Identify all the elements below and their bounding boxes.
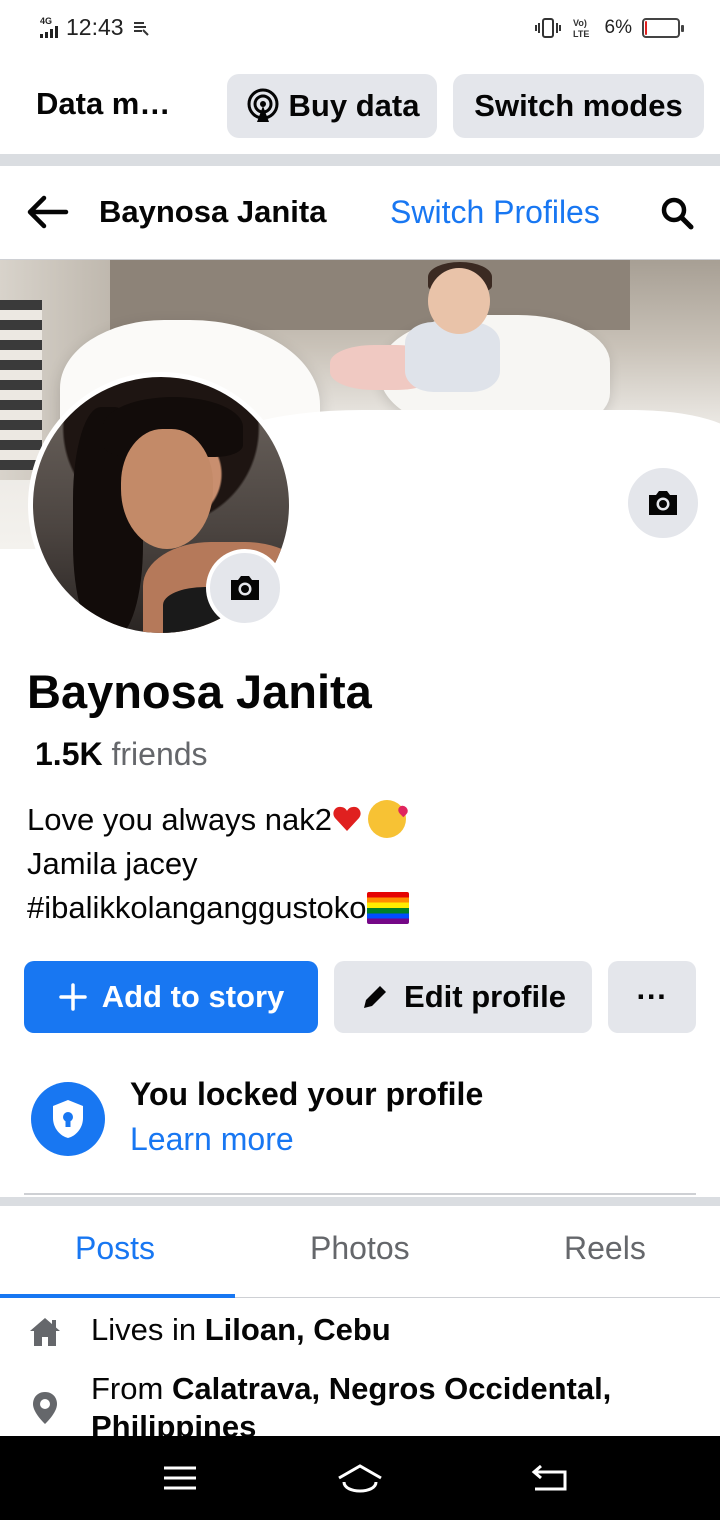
svg-text:Vo): Vo) [573,18,587,28]
data-mode-title[interactable]: Data mode [36,86,186,122]
buy-data-label: Buy data [288,88,420,123]
banner-divider [0,154,720,166]
edit-profile-button[interactable]: Edit profile [334,961,592,1033]
bio-line-2: Jamila jacey [27,846,198,881]
search-icon[interactable] [660,196,694,230]
intro-lives-in: Lives in Liloan, Cebu [27,1312,391,1350]
red-heart-icon [333,806,361,831]
plus-icon [58,983,87,1011]
section-divider [0,1197,720,1206]
vibrate-icon [534,18,561,38]
switch-modes-button[interactable]: Switch modes [453,74,704,138]
tab-photos[interactable]: Photos [310,1230,410,1267]
add-to-story-button[interactable]: Add to story [24,961,318,1033]
location-pin-icon [33,1392,57,1424]
network-type: 4G [40,16,53,26]
tab-reels[interactable]: Reels [564,1230,646,1267]
add-to-story-label: Add to story [101,979,285,1014]
menu-icon[interactable] [155,1460,205,1496]
active-tab-indicator [0,1294,235,1298]
status-bar-right: Vo) LTE 6% [534,16,684,40]
home-icon [30,1318,60,1346]
volte-icon: Vo)LTE [573,18,589,39]
system-navigation-bar [0,1436,720,1520]
friends-count[interactable]: 1.5K friends [35,736,208,773]
data-mode-banner: Data mode Buy data Switch modes [0,62,720,154]
back-arrow-icon[interactable] [24,192,70,232]
locked-shield-icon [31,1082,105,1156]
broadcast-icon [247,88,279,122]
status-bar: 4G 12:43 Vo) LTE 6% [0,0,720,62]
profile-name: Baynosa Janita [27,665,372,718]
camera-icon [649,491,677,515]
lives-in-prefix: Lives in [91,1312,197,1347]
edit-cover-camera-button[interactable] [624,464,702,542]
home-button-icon[interactable] [335,1460,385,1496]
status-bar-left: 4G 12:43 [40,14,150,41]
locked-profile-title: You locked your profile [130,1076,484,1112]
switch-profiles-link[interactable]: Switch Profiles [390,194,600,231]
tab-posts[interactable]: Posts [75,1230,155,1267]
camera-icon [231,576,259,600]
profile-bio: Love you always nak2 Jamila jacey #ibali… [27,798,409,930]
rainbow-flag-icon [366,892,409,924]
learn-more-link[interactable]: Learn more [130,1121,294,1158]
profile-header: Baynosa Janita Switch Profiles [0,166,720,260]
intro-from: From Calatrava, Negros Occidental, Phili… [27,1370,691,1446]
signal-icon: 4G [40,17,58,38]
header-title: Baynosa Janita [99,194,327,229]
from-prefix: From [91,1371,164,1406]
profile-tabs: Posts Photos Reels [0,1206,720,1298]
buy-data-button[interactable]: Buy data [227,74,437,138]
switch-modes-label: Switch modes [474,88,683,123]
more-options-button[interactable]: ··· [608,961,696,1033]
svg-text:LTE: LTE [573,29,589,39]
pencil-icon [364,986,387,1008]
battery-percent: 6% [604,17,632,38]
battery-icon [642,18,684,38]
battery-level [645,21,647,35]
edit-profile-label: Edit profile [404,979,566,1014]
back-button-icon[interactable] [525,1460,575,1496]
friends-label: friends [111,736,208,772]
face-blowing-kiss-icon [368,800,407,838]
friends-number: 1.5K [35,736,103,772]
bio-line-1: Love you always nak2 [27,802,333,837]
bio-line-3[interactable]: #ibalikkolanganggustoko [27,890,367,925]
clock: 12:43 [66,14,124,40]
divider [24,1193,696,1195]
edit-profile-picture-button[interactable] [206,549,284,627]
data-saver-icon [133,21,149,36]
lives-in-place[interactable]: Liloan, Cebu [205,1312,391,1347]
from-place[interactable]: Calatrava, Negros Occidental, Philippine… [91,1371,611,1444]
more-dots-icon: ··· [636,979,668,1014]
